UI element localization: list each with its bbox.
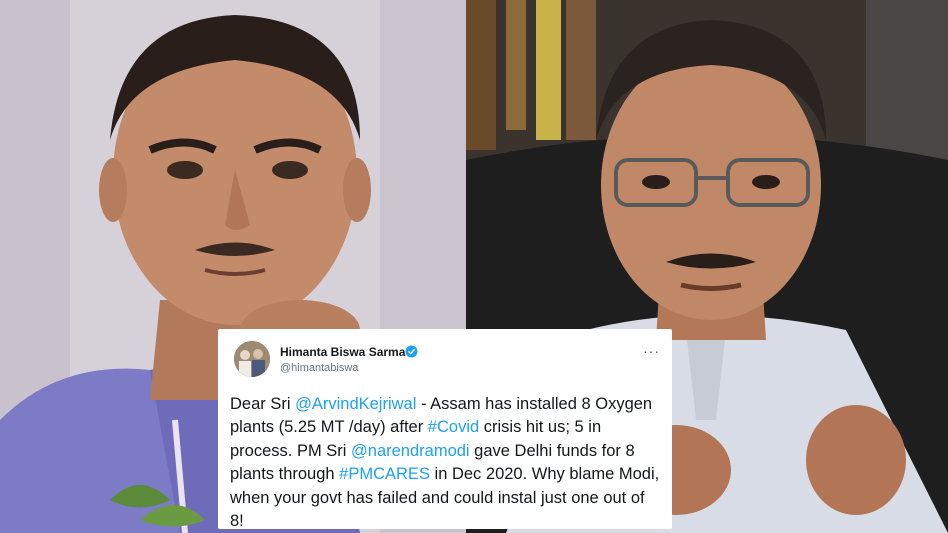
- more-options-icon[interactable]: ···: [643, 343, 660, 359]
- avatar[interactable]: [234, 341, 270, 377]
- tweet-text-part: Dear Sri: [230, 395, 296, 413]
- hashtag-link[interactable]: #PMCARES: [339, 465, 430, 483]
- hashtag-link[interactable]: #Covid: [428, 418, 479, 436]
- user-display-name[interactable]: Himanta Biswa Sarma: [280, 345, 405, 359]
- tweet-header: Himanta Biswa Sarma @himantabiswa ···: [230, 337, 660, 377]
- mention-link[interactable]: @narendramodi: [351, 442, 470, 460]
- mention-link[interactable]: @ArvindKejriwal: [295, 395, 416, 413]
- avatar-image: [234, 341, 270, 377]
- tweet-text: Dear Sri @ArvindKejriwal - Assam has ins…: [230, 393, 660, 533]
- tweet-card: Himanta Biswa Sarma @himantabiswa ··· De…: [218, 329, 672, 530]
- verified-badge-icon: [405, 345, 418, 358]
- user-handle[interactable]: @himantabiswa: [280, 362, 358, 374]
